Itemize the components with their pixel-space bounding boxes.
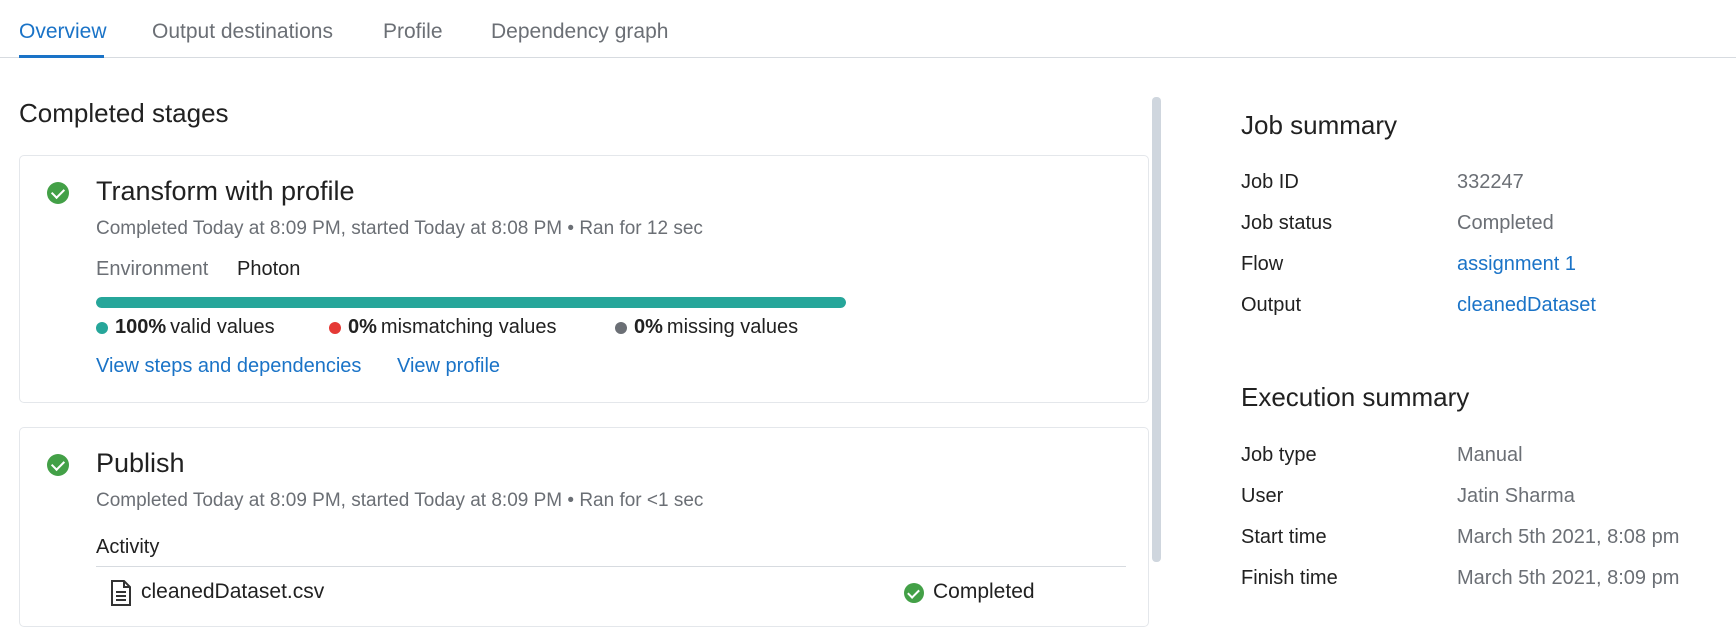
activity-row: cleanedDataset.csv Completed	[96, 578, 1126, 608]
output-link[interactable]: cleanedDataset	[1457, 294, 1596, 317]
environment-label: Environment	[96, 258, 209, 280]
tab-bar: Overview Output destinations Profile Dep…	[0, 0, 1736, 58]
flow-link[interactable]: assignment 1	[1457, 253, 1576, 276]
stage-meta: Completed Today at 8:09 PM, started Toda…	[96, 490, 704, 511]
job-status-label: Job status	[1241, 212, 1333, 234]
stat-valid: 100% valid values	[96, 316, 275, 339]
stat-label: valid values	[170, 316, 275, 338]
tab-profile[interactable]: Profile	[383, 20, 443, 44]
start-time-label: Start time	[1241, 526, 1327, 548]
mismatching-dot-icon	[329, 321, 341, 334]
file-name[interactable]: cleanedDataset.csv	[141, 580, 324, 604]
tab-overview[interactable]: Overview	[19, 20, 107, 44]
job-id-label: Job ID	[1241, 171, 1299, 193]
start-time-value: March 5th 2021, 8:08 pm	[1457, 526, 1680, 548]
stat-mismatching: 0% mismatching values	[329, 316, 557, 339]
view-steps-link[interactable]: View steps and dependencies	[96, 355, 361, 378]
stage-title: Publish	[96, 448, 185, 478]
transform-stage-card: Transform with profile Completed Today a…	[19, 155, 1149, 403]
job-type-label: Job type	[1241, 444, 1317, 466]
stage-title: Transform with profile	[96, 176, 355, 206]
completed-stages-title: Completed stages	[19, 98, 229, 128]
stat-label: missing values	[666, 316, 799, 338]
stat-missing: 0% missing values	[615, 316, 798, 339]
job-id-value: 332247	[1457, 171, 1524, 193]
stage-meta: Completed Today at 8:09 PM, started Toda…	[96, 218, 703, 239]
environment-value: Photon	[237, 258, 301, 280]
flow-label: Flow	[1241, 253, 1284, 275]
valid-values-progress-fill	[96, 297, 846, 308]
file-status: Completed	[933, 580, 1035, 603]
job-status-value: Completed	[1457, 212, 1554, 234]
active-tab-indicator	[19, 55, 104, 58]
tab-output-destinations[interactable]: Output destinations	[152, 20, 333, 44]
execution-summary-title: Execution summary	[1241, 382, 1470, 412]
job-type-value: Manual	[1457, 444, 1523, 466]
valid-values-progress-bar	[96, 297, 846, 308]
finish-time-label: Finish time	[1241, 567, 1338, 589]
user-value: Jatin Sharma	[1457, 485, 1575, 507]
user-label: User	[1241, 485, 1284, 507]
activity-label: Activity	[96, 536, 160, 558]
publish-stage-card: Publish Completed Today at 8:09 PM, star…	[19, 427, 1149, 627]
file-icon	[110, 580, 132, 611]
valid-dot-icon	[96, 321, 108, 334]
output-label: Output	[1241, 294, 1302, 316]
job-summary-title: Job summary	[1241, 110, 1398, 140]
stat-label: mismatching values	[380, 316, 557, 338]
scrollbar[interactable]	[1152, 97, 1161, 562]
view-profile-link[interactable]: View profile	[397, 355, 500, 378]
stat-percent: 0%	[634, 316, 663, 338]
check-circle-icon	[47, 454, 69, 476]
stat-percent: 100%	[115, 316, 167, 338]
finish-time-value: March 5th 2021, 8:09 pm	[1457, 567, 1680, 589]
check-circle-icon	[47, 182, 69, 204]
stat-percent: 0%	[348, 316, 377, 338]
check-circle-icon	[904, 583, 924, 603]
missing-dot-icon	[615, 321, 627, 334]
tab-dependency-graph[interactable]: Dependency graph	[491, 20, 668, 44]
activity-divider	[96, 566, 1126, 567]
